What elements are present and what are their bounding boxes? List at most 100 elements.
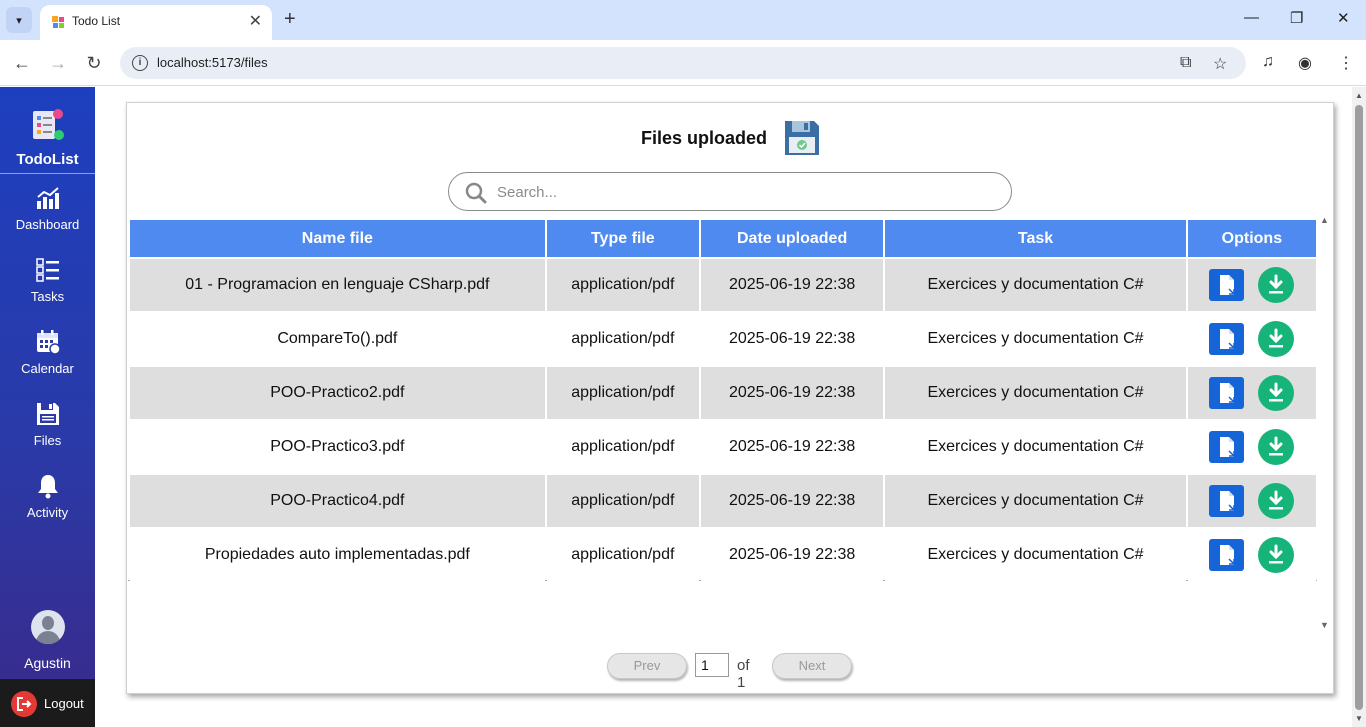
minimize-icon[interactable]: — [1244, 9, 1259, 26]
tab-search-button[interactable]: ▾ [6, 7, 32, 33]
view-file-button[interactable] [1209, 539, 1245, 571]
translate-icon[interactable]: ⧉ [1180, 54, 1191, 72]
media-icon[interactable]: ♫ [1262, 53, 1274, 71]
logout-icon [11, 691, 37, 717]
calendar-icon [36, 330, 61, 355]
file-icon [1220, 545, 1236, 565]
download-icon [1269, 382, 1284, 402]
cell-date-uploaded: 2025-06-19 22:38 [700, 421, 884, 473]
column-header-options: Options [1187, 220, 1316, 257]
url-text: localhost:5173/files [157, 55, 268, 70]
new-tab-icon[interactable]: + [284, 8, 296, 31]
cell-task: Exercices y documentation C# [885, 313, 1186, 365]
view-file-button[interactable] [1209, 269, 1245, 301]
cell-task: Exercices y documentation C# [885, 367, 1186, 419]
file-icon [1220, 491, 1236, 511]
sidebar-item-tasks[interactable]: Tasks [0, 257, 95, 317]
file-icon [1220, 437, 1236, 457]
forward-icon[interactable]: → [46, 51, 70, 75]
download-button[interactable] [1258, 537, 1295, 573]
browser-toolbar: ← → ↻ i localhost:5173/files ⧉ ☆ ♫ ◉ ⋮ [0, 40, 1366, 86]
scrollbar-thumb[interactable] [1355, 105, 1363, 710]
browser-tabbar: ▾ Todo List ✕ + — ❐ ✕ [0, 0, 1366, 40]
page-scrollbar[interactable]: ▲ ▼ [1352, 87, 1366, 727]
page-number-input[interactable]: 1 [695, 653, 729, 677]
profile-icon[interactable]: ◉ [1298, 53, 1312, 73]
file-icon [1220, 383, 1236, 403]
column-header-task[interactable]: Task [885, 220, 1186, 257]
column-header-type[interactable]: Type file [546, 220, 699, 257]
cell-date-uploaded: 2025-06-19 22:38 [700, 259, 884, 311]
table-row: CompareTo().pdf application/pdf 2025-06-19… [130, 313, 1316, 365]
cell-options [1187, 475, 1316, 527]
scroll-up-icon[interactable]: ▲ [1355, 91, 1363, 100]
cell-options [1187, 259, 1316, 311]
sidebar-item-dashboard[interactable]: Dashboard [0, 185, 95, 245]
floppy-disk-icon [785, 121, 819, 155]
sidebar-item-label: Activity [26, 505, 69, 520]
next-button[interactable]: Next [772, 653, 852, 679]
cell-task: Exercices y documentation C# [885, 529, 1186, 581]
table-row: 01 - Programacion en lenguaje CSharp.pdf… [130, 259, 1316, 311]
todolist-logo-icon [33, 109, 64, 140]
table-row: Propiedades auto implementadas.pdf applic… [130, 529, 1316, 581]
search-input[interactable] [497, 182, 977, 202]
restore-icon[interactable]: ❐ [1290, 9, 1303, 27]
cell-file-name: Propiedades auto implementadas.pdf [130, 529, 545, 581]
site-info-icon[interactable]: i [132, 55, 148, 71]
view-file-button[interactable] [1209, 323, 1245, 355]
files-table: Name file Type file Date uploaded Task O… [128, 218, 1318, 583]
cell-options [1187, 367, 1316, 419]
cell-options [1187, 421, 1316, 473]
cell-date-uploaded: 2025-06-19 22:38 [700, 475, 884, 527]
view-file-button[interactable] [1209, 485, 1245, 517]
download-button[interactable] [1258, 483, 1295, 519]
page-title: Files uploaded [641, 128, 768, 148]
cell-task: Exercices y documentation C# [885, 421, 1186, 473]
cell-options [1187, 313, 1316, 365]
sidebar-item-activity[interactable]: Activity [0, 473, 95, 533]
download-icon [1269, 328, 1284, 348]
logout-button[interactable]: Logout [0, 679, 95, 727]
menu-kebab-icon[interactable]: ⋮ [1338, 53, 1354, 73]
download-button[interactable] [1258, 429, 1295, 465]
table-scroll-up-icon[interactable]: ▲ [1320, 215, 1329, 225]
chart-icon [36, 187, 59, 209]
cell-date-uploaded: 2025-06-19 22:38 [700, 367, 884, 419]
table-header-row: Name file Type file Date uploaded Task O… [130, 220, 1316, 257]
cell-file-type: application/pdf [546, 259, 699, 311]
view-file-button[interactable] [1209, 377, 1245, 409]
cell-task: Exercices y documentation C# [885, 475, 1186, 527]
browser-tab[interactable]: Todo List ✕ [40, 5, 272, 40]
user-profile[interactable]: Agustin [0, 610, 95, 671]
download-button[interactable] [1258, 321, 1295, 357]
prev-button[interactable]: Prev [607, 653, 687, 679]
file-icon [1220, 329, 1236, 349]
download-button[interactable] [1258, 375, 1295, 411]
column-header-date[interactable]: Date uploaded [700, 220, 884, 257]
scroll-down-icon[interactable]: ▼ [1355, 714, 1363, 723]
sidebar-item-files[interactable]: Files [0, 401, 95, 461]
sidebar-item-label: Files [33, 433, 62, 448]
download-icon [1269, 544, 1284, 564]
cell-date-uploaded: 2025-06-19 22:38 [700, 529, 884, 581]
bookmark-star-icon[interactable]: ☆ [1213, 54, 1227, 74]
table-scroll-down-icon[interactable]: ▼ [1320, 620, 1329, 630]
close-window-icon[interactable]: ✕ [1337, 9, 1350, 27]
user-name: Agustin [24, 655, 71, 671]
back-icon[interactable]: ← [10, 51, 34, 75]
reload-icon[interactable]: ↻ [82, 51, 106, 75]
address-bar[interactable]: i localhost:5173/files ⧉ ☆ [120, 47, 1246, 79]
sidebar-item-label: Calendar [21, 361, 74, 376]
cell-options [1187, 529, 1316, 581]
sidebar-item-label: Dashboard [15, 217, 80, 232]
search-box [448, 172, 1012, 211]
sidebar: TodoList Dashboard Tasks Calendar Files … [0, 87, 95, 727]
close-tab-icon[interactable]: ✕ [249, 11, 262, 31]
sidebar-item-calendar[interactable]: Calendar [0, 329, 95, 389]
view-file-button[interactable] [1209, 431, 1245, 463]
column-header-name[interactable]: Name file [130, 220, 545, 257]
logout-label: Logout [44, 696, 84, 711]
download-button[interactable] [1258, 267, 1295, 303]
download-icon [1269, 436, 1284, 456]
